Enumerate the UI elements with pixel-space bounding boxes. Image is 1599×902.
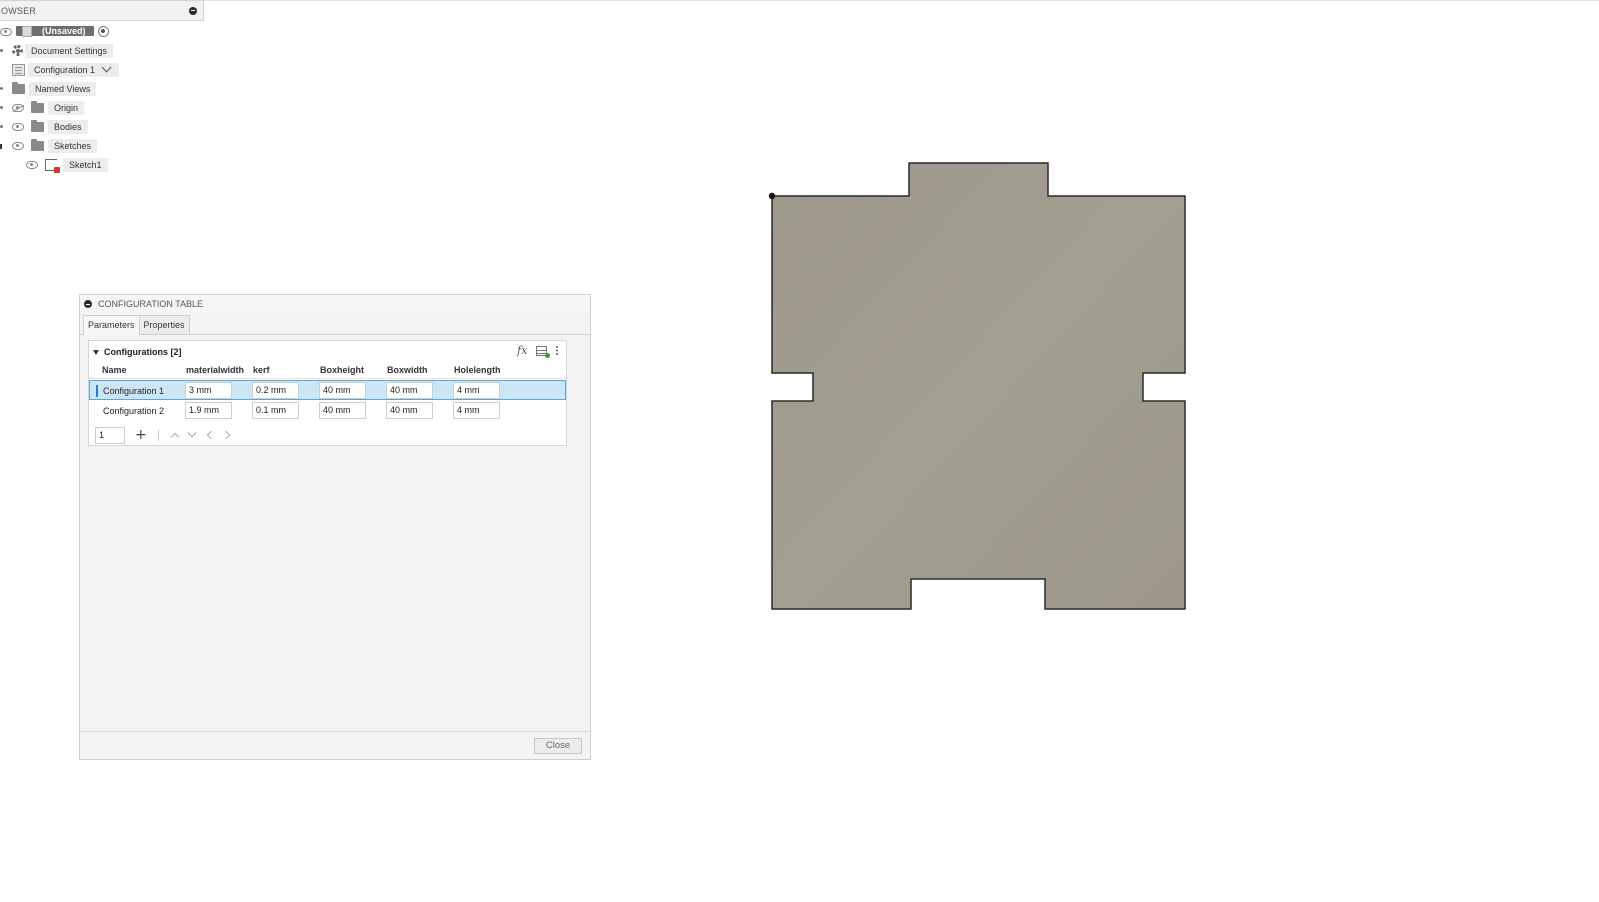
collapse-browser-icon[interactable] — [189, 6, 197, 15]
tree-root[interactable]: (Unsaved) — [0, 24, 109, 39]
tree-item-sketch1[interactable]: Sketch1 — [26, 157, 108, 173]
cell-boxheight[interactable]: 40 mm — [319, 382, 366, 399]
add-row-button[interactable]: + — [135, 427, 147, 443]
configuration-table-dialog: CONFIGURATION TABLE Parameters Propertie… — [79, 294, 591, 760]
column-header-boxheight: Boxheight — [320, 365, 364, 375]
folder-icon — [12, 81, 25, 94]
sketch-point[interactable] — [768, 192, 776, 200]
dialog-tabs: Parameters Properties — [83, 315, 190, 335]
sketch-profile[interactable] — [771, 162, 1186, 610]
cell-materialwidth[interactable]: 1.9 mm — [185, 402, 232, 419]
folder-icon — [31, 138, 44, 151]
tree-item-label: Origin — [48, 100, 85, 115]
column-header-materialwidth: materialwidth — [186, 365, 245, 375]
configurations-table: Configurations [2] fx Name materialwidth… — [88, 340, 567, 446]
tree-item-origin[interactable]: Origin — [12, 100, 85, 115]
tab-parameters[interactable]: Parameters — [83, 315, 140, 335]
tree-item-label: Document Settings — [25, 43, 114, 58]
table-row[interactable]: Configuration 2 1.9 mm 0.1 mm 40 mm 40 m… — [89, 401, 566, 421]
move-up-icon[interactable] — [170, 432, 180, 442]
tree-item-label: Named Views — [29, 81, 97, 96]
tree-item-label: Sketches — [48, 138, 98, 153]
folder-icon — [31, 119, 44, 132]
tab-properties[interactable]: Properties — [138, 315, 190, 335]
dialog-title: CONFIGURATION TABLE — [98, 299, 204, 309]
configurations-header[interactable]: Configurations [2] — [93, 345, 182, 359]
selection-indicator — [96, 385, 98, 397]
dialog-footer: Close — [80, 731, 590, 759]
tree-item-bodies[interactable]: Bodies — [12, 119, 88, 134]
visibility-eye-icon[interactable] — [12, 141, 24, 150]
column-header-holelength: Holelength — [454, 365, 501, 375]
tree-item-label: Sketch1 — [63, 157, 108, 172]
expand-arrow-icon[interactable] — [0, 49, 3, 52]
visibility-hidden-eye-icon[interactable] — [12, 103, 24, 112]
cell-kerf[interactable]: 0.1 mm — [252, 402, 299, 419]
expand-arrow-icon[interactable] — [0, 125, 3, 128]
move-right-icon[interactable] — [221, 430, 231, 440]
row-count-input[interactable]: 1 — [95, 427, 125, 444]
column-header-name: Name — [102, 365, 127, 375]
close-button[interactable]: Close — [534, 738, 582, 754]
gear-icon — [12, 45, 23, 56]
insert-table-icon[interactable] — [536, 346, 550, 358]
collapse-dialog-icon[interactable] — [84, 300, 92, 308]
cell-boxwidth[interactable]: 40 mm — [386, 382, 433, 399]
expand-arrow-icon[interactable] — [0, 87, 3, 90]
visibility-eye-icon[interactable] — [26, 160, 38, 169]
activate-radio-icon[interactable] — [97, 26, 109, 37]
row-name[interactable]: Configuration 1 — [103, 386, 164, 396]
tree-item-label: Bodies — [48, 119, 88, 134]
table-header-row: Name materialwidth kerf Boxheight Boxwid… — [89, 361, 566, 379]
browser-panel: OWSER (Unsaved) Document Settings Config… — [0, 0, 204, 173]
expand-arrow-icon[interactable] — [0, 106, 3, 109]
tree-item-document-settings[interactable]: Document Settings — [12, 43, 114, 58]
fx-icon[interactable]: fx — [517, 344, 527, 357]
tree-item-sketches[interactable]: Sketches — [12, 138, 98, 153]
cell-holelength[interactable]: 4 mm — [453, 382, 500, 399]
sketch-icon — [45, 158, 60, 173]
folder-icon — [31, 100, 44, 113]
cell-holelength[interactable]: 4 mm — [453, 402, 500, 419]
column-header-kerf: kerf — [253, 365, 270, 375]
configurations-title: Configurations [2] — [104, 347, 182, 357]
toolbar-separator — [158, 430, 159, 441]
tree-item-configuration[interactable]: Configuration 1 — [12, 62, 120, 77]
collapse-arrow-icon[interactable] — [0, 144, 2, 149]
browser-title: OWSER — [1, 5, 37, 16]
sketch-canvas[interactable] — [720, 140, 1200, 640]
table-row[interactable]: Configuration 1 3 mm 0.2 mm 40 mm 40 mm … — [89, 380, 566, 400]
cell-boxwidth[interactable]: 40 mm — [386, 402, 433, 419]
tree-item-named-views[interactable]: Named Views — [12, 81, 97, 96]
column-header-boxwidth: Boxwidth — [387, 365, 428, 375]
more-options-icon[interactable] — [556, 346, 558, 348]
move-left-icon[interactable] — [206, 430, 216, 440]
configuration-icon — [12, 63, 25, 76]
dialog-header: CONFIGURATION TABLE — [80, 295, 590, 313]
visibility-eye-icon[interactable] — [12, 122, 24, 131]
browser-header: OWSER — [0, 0, 204, 21]
cell-boxheight[interactable]: 40 mm — [319, 402, 366, 419]
cell-kerf[interactable]: 0.2 mm — [252, 382, 299, 399]
move-down-icon[interactable] — [187, 428, 197, 438]
cell-materialwidth[interactable]: 3 mm — [185, 382, 232, 399]
collapse-triangle-icon[interactable] — [93, 349, 99, 355]
row-name[interactable]: Configuration 2 — [103, 406, 164, 416]
viewport-top-border — [204, 0, 1599, 1]
table-footer: 1 + — [95, 427, 555, 445]
document-icon — [22, 26, 32, 37]
visibility-eye-icon[interactable] — [0, 27, 12, 36]
